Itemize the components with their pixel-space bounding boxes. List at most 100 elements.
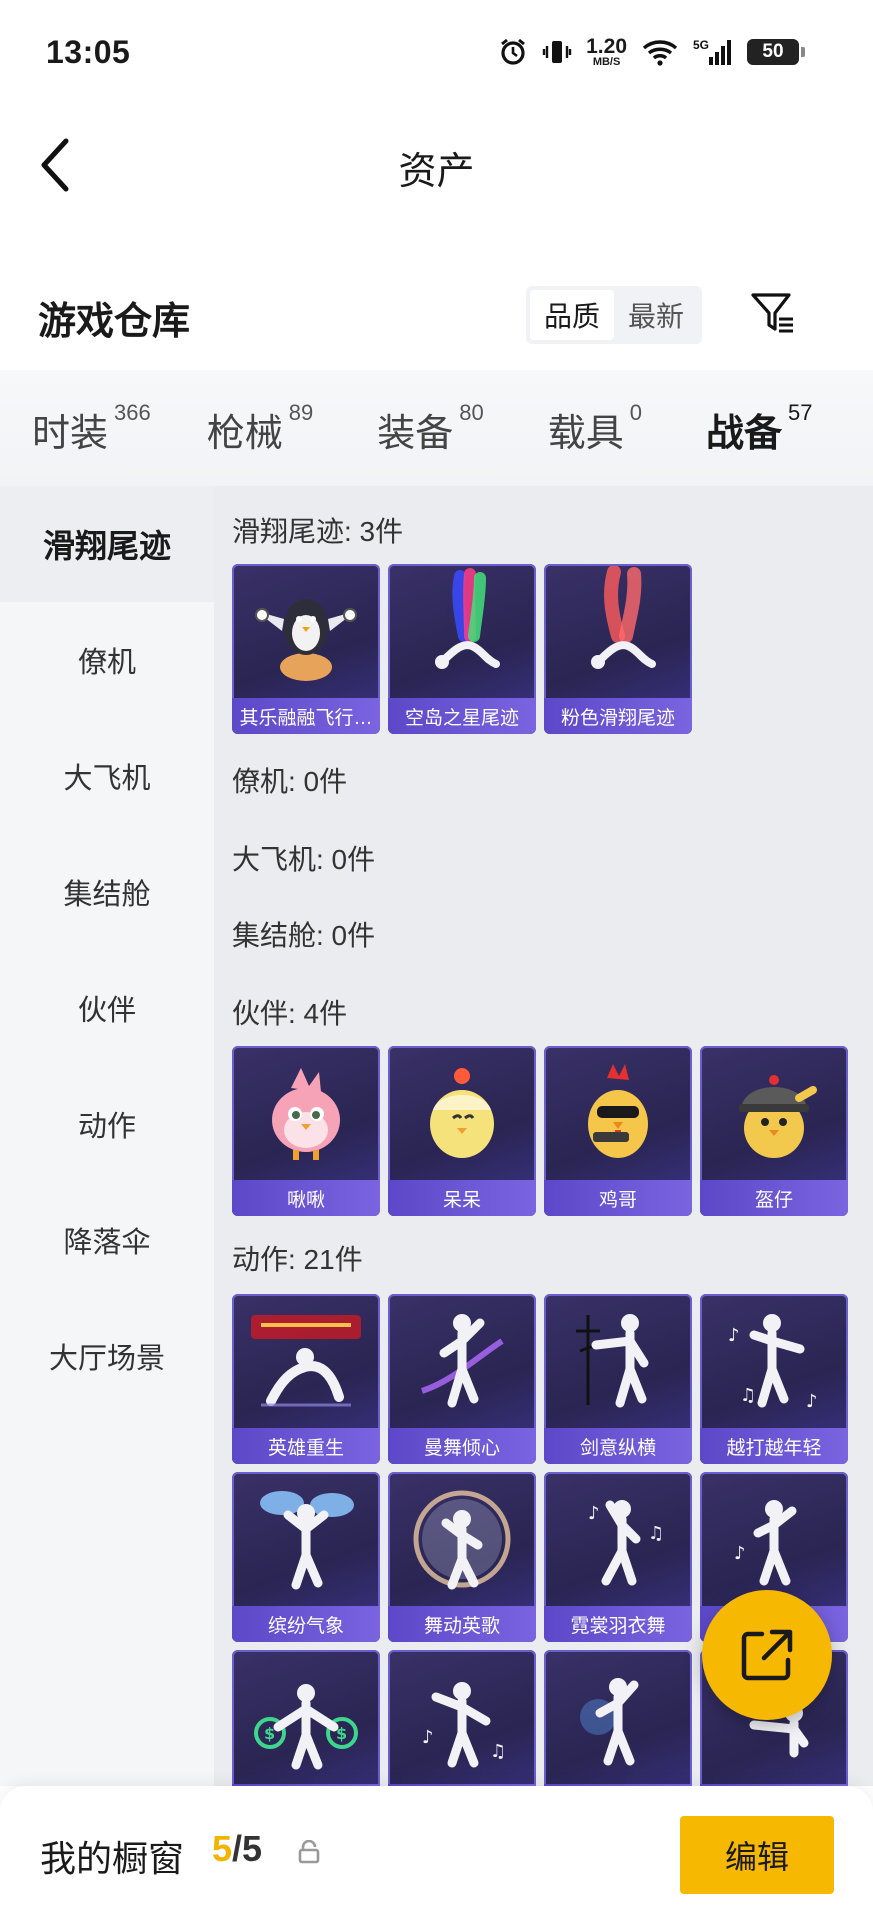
item-name: 空岛之星尾迹 [388,698,536,734]
item-name: 英雄重生 [232,1428,380,1464]
page-title: 资产 [398,151,475,193]
emote-card[interactable]: ♪ ♫ ♪ 越打越年轻 [700,1294,848,1464]
sort-newest-option[interactable]: 最新 [614,290,698,340]
sort-toggle: 品质 最新 [526,286,702,344]
filter-icon [751,293,793,333]
tab-label: 枪械 [206,413,283,455]
tab-count: 366 [114,400,151,425]
hero-emote-art [232,1294,380,1428]
showcase-label: 我的橱窗 [40,1838,185,1879]
item-name: 曼舞倾心 [388,1428,536,1464]
status-bar: 13:05 1.20 MB/S 5G 50 [0,0,873,104]
weather-emote-art [232,1472,380,1606]
share-button[interactable] [702,1590,832,1720]
tab-weapons[interactable]: 枪械 89 [206,400,314,472]
trail-card[interactable]: 空岛之星尾迹 [388,564,536,734]
emote-card[interactable]: $ $ [232,1650,380,1786]
tab-vehicles[interactable]: 载具 0 [547,400,642,472]
group-title-emote: 动作: 21件 [232,1244,363,1275]
tab-count: 80 [459,400,484,425]
lock-icon [298,1840,320,1864]
sword-emote-art [544,1294,692,1428]
dancer-emote-art [388,1294,536,1428]
item-name: 其乐融融飞行… [232,698,380,734]
sort-quality-option[interactable]: 品质 [530,290,614,340]
battery-icon: 50 [747,39,805,65]
svg-text:♪: ♪ [588,1503,600,1524]
showcase-current: 5 [212,1828,233,1869]
side-item-pod[interactable]: 集结舱 [0,834,214,950]
filter-button[interactable] [744,282,802,344]
group-title-trail: 滑翔尾迹: 3件 [232,516,404,547]
emote-card[interactable] [544,1650,692,1786]
trail-card[interactable]: 粉色滑翔尾迹 [544,564,692,734]
partner-card[interactable]: 呆呆 [388,1046,536,1216]
item-name: 剑意纵横 [544,1428,692,1464]
rooster-art [544,1046,692,1180]
svg-text:$: $ [264,1724,275,1743]
young-emote-art: ♪ ♫ ♪ [700,1294,848,1428]
tab-label: 战备 [706,413,783,455]
emote-card[interactable]: 英雄重生 [232,1294,380,1464]
tab-label: 载具 [547,413,624,455]
tab-fashion[interactable]: 时装 366 [32,400,151,472]
money-emote-art: $ $ [232,1650,380,1784]
item-name: 呆呆 [388,1180,536,1216]
item-name: 缤纷气象 [232,1606,380,1642]
side-item-trail[interactable]: 滑翔尾迹 [0,486,214,602]
side-item-parachute[interactable]: 降落伞 [0,1182,214,1298]
svg-text:♪: ♪ [806,1391,818,1412]
yellow-chick-art [388,1046,536,1180]
net-speed-unit: MB/S [592,56,621,68]
emote-card[interactable]: 剑意纵横 [544,1294,692,1464]
item-name: 霓裳羽衣舞 [544,1606,692,1642]
emote-card[interactable]: 缤纷气象 [232,1472,380,1642]
signal-5g-icon: 5G [693,38,731,65]
side-item-plane[interactable]: 大飞机 [0,718,214,834]
item-name: 鸡哥 [544,1180,692,1216]
alarm-icon [501,38,526,65]
svg-text:5G: 5G [693,38,709,52]
net-speed-value: 1.20 [586,35,627,58]
pink-bird-art [232,1046,380,1180]
partner-card[interactable]: 啾啾 [232,1046,380,1216]
emote-card[interactable]: 舞动英歌 [388,1472,536,1642]
showcase-separator: / [232,1828,243,1869]
trail-card[interactable]: 其乐融融飞行… [232,564,380,734]
tab-equipment[interactable]: 装备 80 [377,400,484,472]
emote-card[interactable]: 曼舞倾心 [388,1294,536,1464]
wifi-icon [642,40,678,66]
item-name: 舞动英歌 [388,1606,536,1642]
partner-card[interactable]: 盔仔 [700,1046,848,1216]
side-item-lobby-scene[interactable]: 大厅场景 [0,1298,214,1414]
bottom-bar: 我的橱窗 5/5 编辑 [0,1786,873,1920]
music-emote-art: ♪ ♫ [388,1650,536,1784]
bubble-emote-art [388,1472,536,1606]
edit-button[interactable]: 编辑 [680,1816,834,1894]
showcase-count: 5/5 [212,1828,262,1870]
tab-count: 57 [788,400,813,425]
tab-label: 装备 [377,413,454,455]
partner-card[interactable]: 鸡哥 [544,1046,692,1216]
group-title-partner: 伙伴: 4件 [232,998,348,1029]
emote-card[interactable]: ♪ ♫ [388,1650,536,1786]
item-name: 啾啾 [232,1180,380,1216]
side-item-emote[interactable]: 动作 [0,1066,214,1182]
category-tabs: 时装 366 枪械 89 装备 80 载具 0 战备 57 [0,370,873,499]
svg-text:♫: ♫ [648,1523,664,1544]
item-name: 盔仔 [700,1180,848,1216]
tab-combat-prep[interactable]: 战备 57 [706,400,813,499]
status-time: 13:05 [46,33,131,70]
emote-card[interactable]: ♪ ♫ 霓裳羽衣舞 [544,1472,692,1642]
side-item-wingman[interactable]: 僚机 [0,602,214,718]
group-title-pod: 集结舱: 0件 [232,920,376,951]
section-title: 游戏仓库 [38,301,191,343]
group-title-wingman: 僚机: 0件 [232,766,348,797]
side-item-partner[interactable]: 伙伴 [0,950,214,1066]
share-icon [741,1629,793,1681]
rainbow-trail-art [388,564,536,698]
svg-text:♪: ♪ [734,1543,746,1564]
item-name: 越打越年轻 [700,1428,848,1464]
group-title-plane: 大飞机: 0件 [232,844,376,875]
feather-dance-emote-art: ♪ ♫ [544,1472,692,1606]
